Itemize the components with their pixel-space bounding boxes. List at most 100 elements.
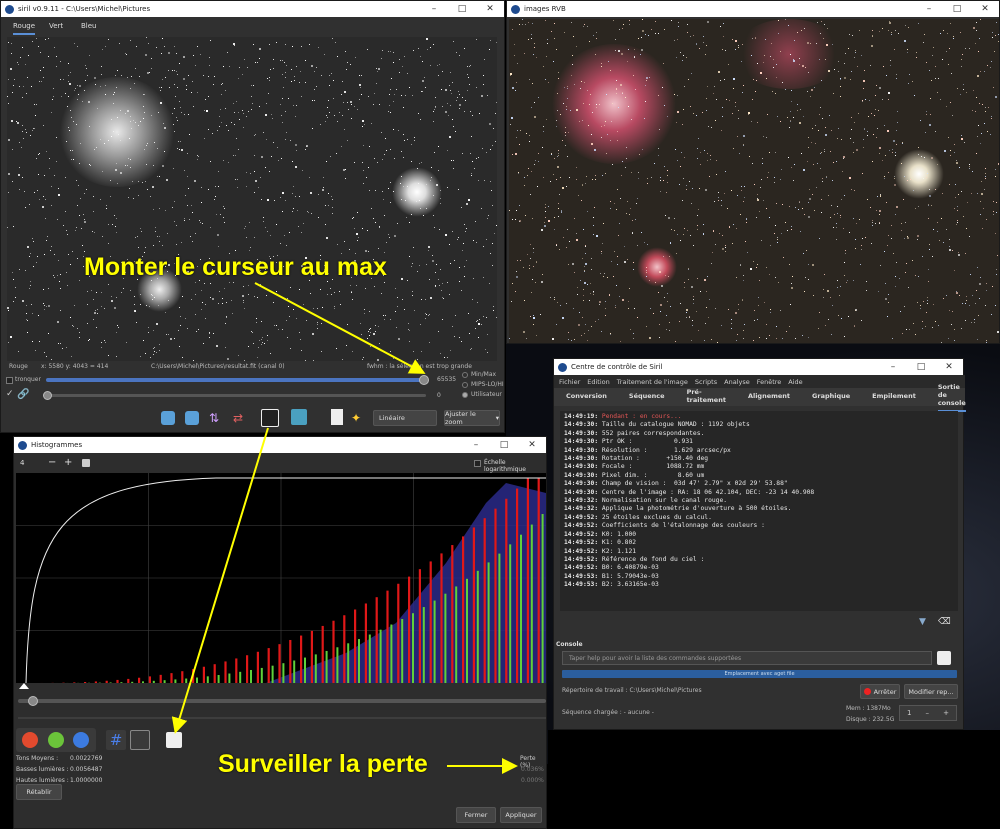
link-icon[interactable]: 🔗 [17, 389, 29, 400]
zoom-fit-dropdown[interactable]: Ajuster le zoom ▾ [444, 410, 500, 426]
star [706, 159, 708, 161]
histogram-slider-handle[interactable] [28, 696, 38, 706]
reset-button[interactable]: Rétablir [16, 784, 62, 800]
auto-stretch-icon[interactable] [166, 732, 182, 748]
star [384, 319, 386, 321]
green-channel-toggle[interactable] [48, 732, 64, 748]
save-console-icon[interactable]: ▼ [919, 617, 926, 627]
zoom-plus-button[interactable]: + [64, 457, 72, 468]
tab-control-3[interactable]: Alignement [748, 392, 790, 403]
radio-minmax[interactable] [462, 372, 468, 378]
menu-item[interactable]: Scripts [695, 378, 717, 386]
spinner-minus-icon[interactable]: – [926, 709, 930, 717]
star [706, 98, 708, 100]
close-icon[interactable]: ✕ [971, 1, 999, 17]
close-icon[interactable]: ✕ [518, 437, 546, 453]
console-input[interactable]: Taper help pour avoir la liste des comma… [562, 651, 932, 665]
mirror-x-icon[interactable]: ⇅ [209, 411, 223, 425]
red-channel-toggle[interactable] [22, 732, 38, 748]
star [310, 293, 312, 295]
maximize-icon[interactable]: □ [907, 359, 935, 375]
shadows-marker[interactable] [19, 683, 29, 689]
star [8, 41, 10, 43]
zoom-value[interactable]: 4 [20, 459, 24, 467]
minimize-icon[interactable]: – [879, 359, 907, 375]
mirror-y-icon[interactable]: ⇄ [233, 411, 247, 425]
log-scale-checkbox[interactable] [474, 460, 481, 467]
clear-console-icon[interactable]: ⌫ [938, 617, 951, 627]
star [937, 221, 939, 223]
star [292, 104, 294, 106]
radio-mips[interactable] [462, 382, 468, 388]
star [467, 65, 469, 67]
star [888, 29, 890, 31]
display-mode-dropdown[interactable]: Linéaire [373, 410, 437, 426]
tab-rouge[interactable]: Rouge [13, 22, 36, 35]
thread-spinner[interactable]: 1 – + [899, 705, 957, 721]
negative-icon[interactable] [331, 409, 343, 425]
high-slider[interactable] [46, 378, 426, 382]
menu-item[interactable]: Fenêtre [757, 378, 782, 386]
close-button[interactable]: Fermer [456, 807, 496, 823]
star [116, 163, 118, 165]
image-info-icon[interactable] [291, 409, 307, 425]
grid-toggle-icon[interactable]: # [106, 730, 126, 750]
rotate-right-icon[interactable] [185, 411, 199, 425]
maximize-icon[interactable]: □ [490, 437, 518, 453]
grayscale-image[interactable] [7, 37, 497, 361]
histogram-icon[interactable] [261, 409, 279, 427]
apply-button[interactable]: Appliquer [500, 807, 542, 823]
star [529, 141, 531, 143]
minimize-icon[interactable]: – [915, 1, 943, 17]
zoom-minus-button[interactable]: − [48, 457, 56, 468]
star [759, 71, 762, 74]
low-slider[interactable] [46, 394, 426, 397]
high-slider-handle[interactable] [419, 375, 429, 385]
tab-control-2[interactable]: Pré-traitement [687, 388, 726, 407]
tab-vert[interactable]: Vert [49, 22, 63, 30]
tab-control-4[interactable]: Graphique [812, 392, 850, 403]
low-slider-handle[interactable] [43, 391, 52, 400]
radio-user[interactable] [462, 392, 468, 398]
tab-control-6[interactable]: Sortie de console [937, 383, 966, 412]
maximize-icon[interactable]: □ [943, 1, 971, 17]
color-wheel-icon[interactable]: ✦ [351, 411, 365, 425]
close-icon[interactable]: ✕ [935, 359, 963, 375]
stop-button[interactable]: Arrêter [860, 684, 900, 699]
zoom-fit-icon[interactable] [82, 459, 90, 467]
star [618, 234, 620, 236]
rgb-image[interactable] [509, 19, 999, 343]
menu-item[interactable]: Edition [587, 378, 610, 386]
curve-toggle-icon[interactable] [130, 730, 150, 750]
rotate-left-icon[interactable] [161, 411, 175, 425]
histogram-plot[interactable] [16, 473, 546, 683]
star [465, 99, 467, 101]
histogram-slider-track[interactable] [18, 699, 546, 703]
truncate-checkbox[interactable] [6, 377, 13, 384]
minimize-icon[interactable]: – [420, 1, 448, 17]
histogram-bar-green [520, 534, 522, 683]
star [211, 133, 213, 135]
star [462, 152, 464, 154]
blue-channel-toggle[interactable] [73, 732, 89, 748]
tab-control-5[interactable]: Empilement [872, 392, 916, 403]
spinner-plus-icon[interactable]: + [943, 709, 949, 717]
tab-bleu[interactable]: Bleu [81, 22, 97, 30]
star [166, 178, 169, 181]
tab-control-1[interactable]: Séquence [629, 392, 665, 403]
tab-control-0[interactable]: Conversion [566, 392, 607, 403]
menu-item[interactable]: Traitement de l'image [617, 378, 688, 386]
star [717, 191, 719, 193]
close-icon[interactable]: ✕ [476, 1, 504, 17]
check-icon[interactable]: ✓ [6, 389, 14, 399]
star [893, 176, 895, 178]
star [885, 283, 887, 285]
console-script-icon[interactable] [937, 651, 951, 665]
menu-item[interactable]: Fichier [559, 378, 580, 386]
maximize-icon[interactable]: □ [448, 1, 476, 17]
star [43, 289, 45, 291]
minimize-icon[interactable]: – [462, 437, 490, 453]
menu-item[interactable]: Analyse [724, 378, 750, 386]
modify-dir-button[interactable]: Modifier rep... [904, 684, 958, 699]
menu-item[interactable]: Aide [788, 378, 802, 386]
